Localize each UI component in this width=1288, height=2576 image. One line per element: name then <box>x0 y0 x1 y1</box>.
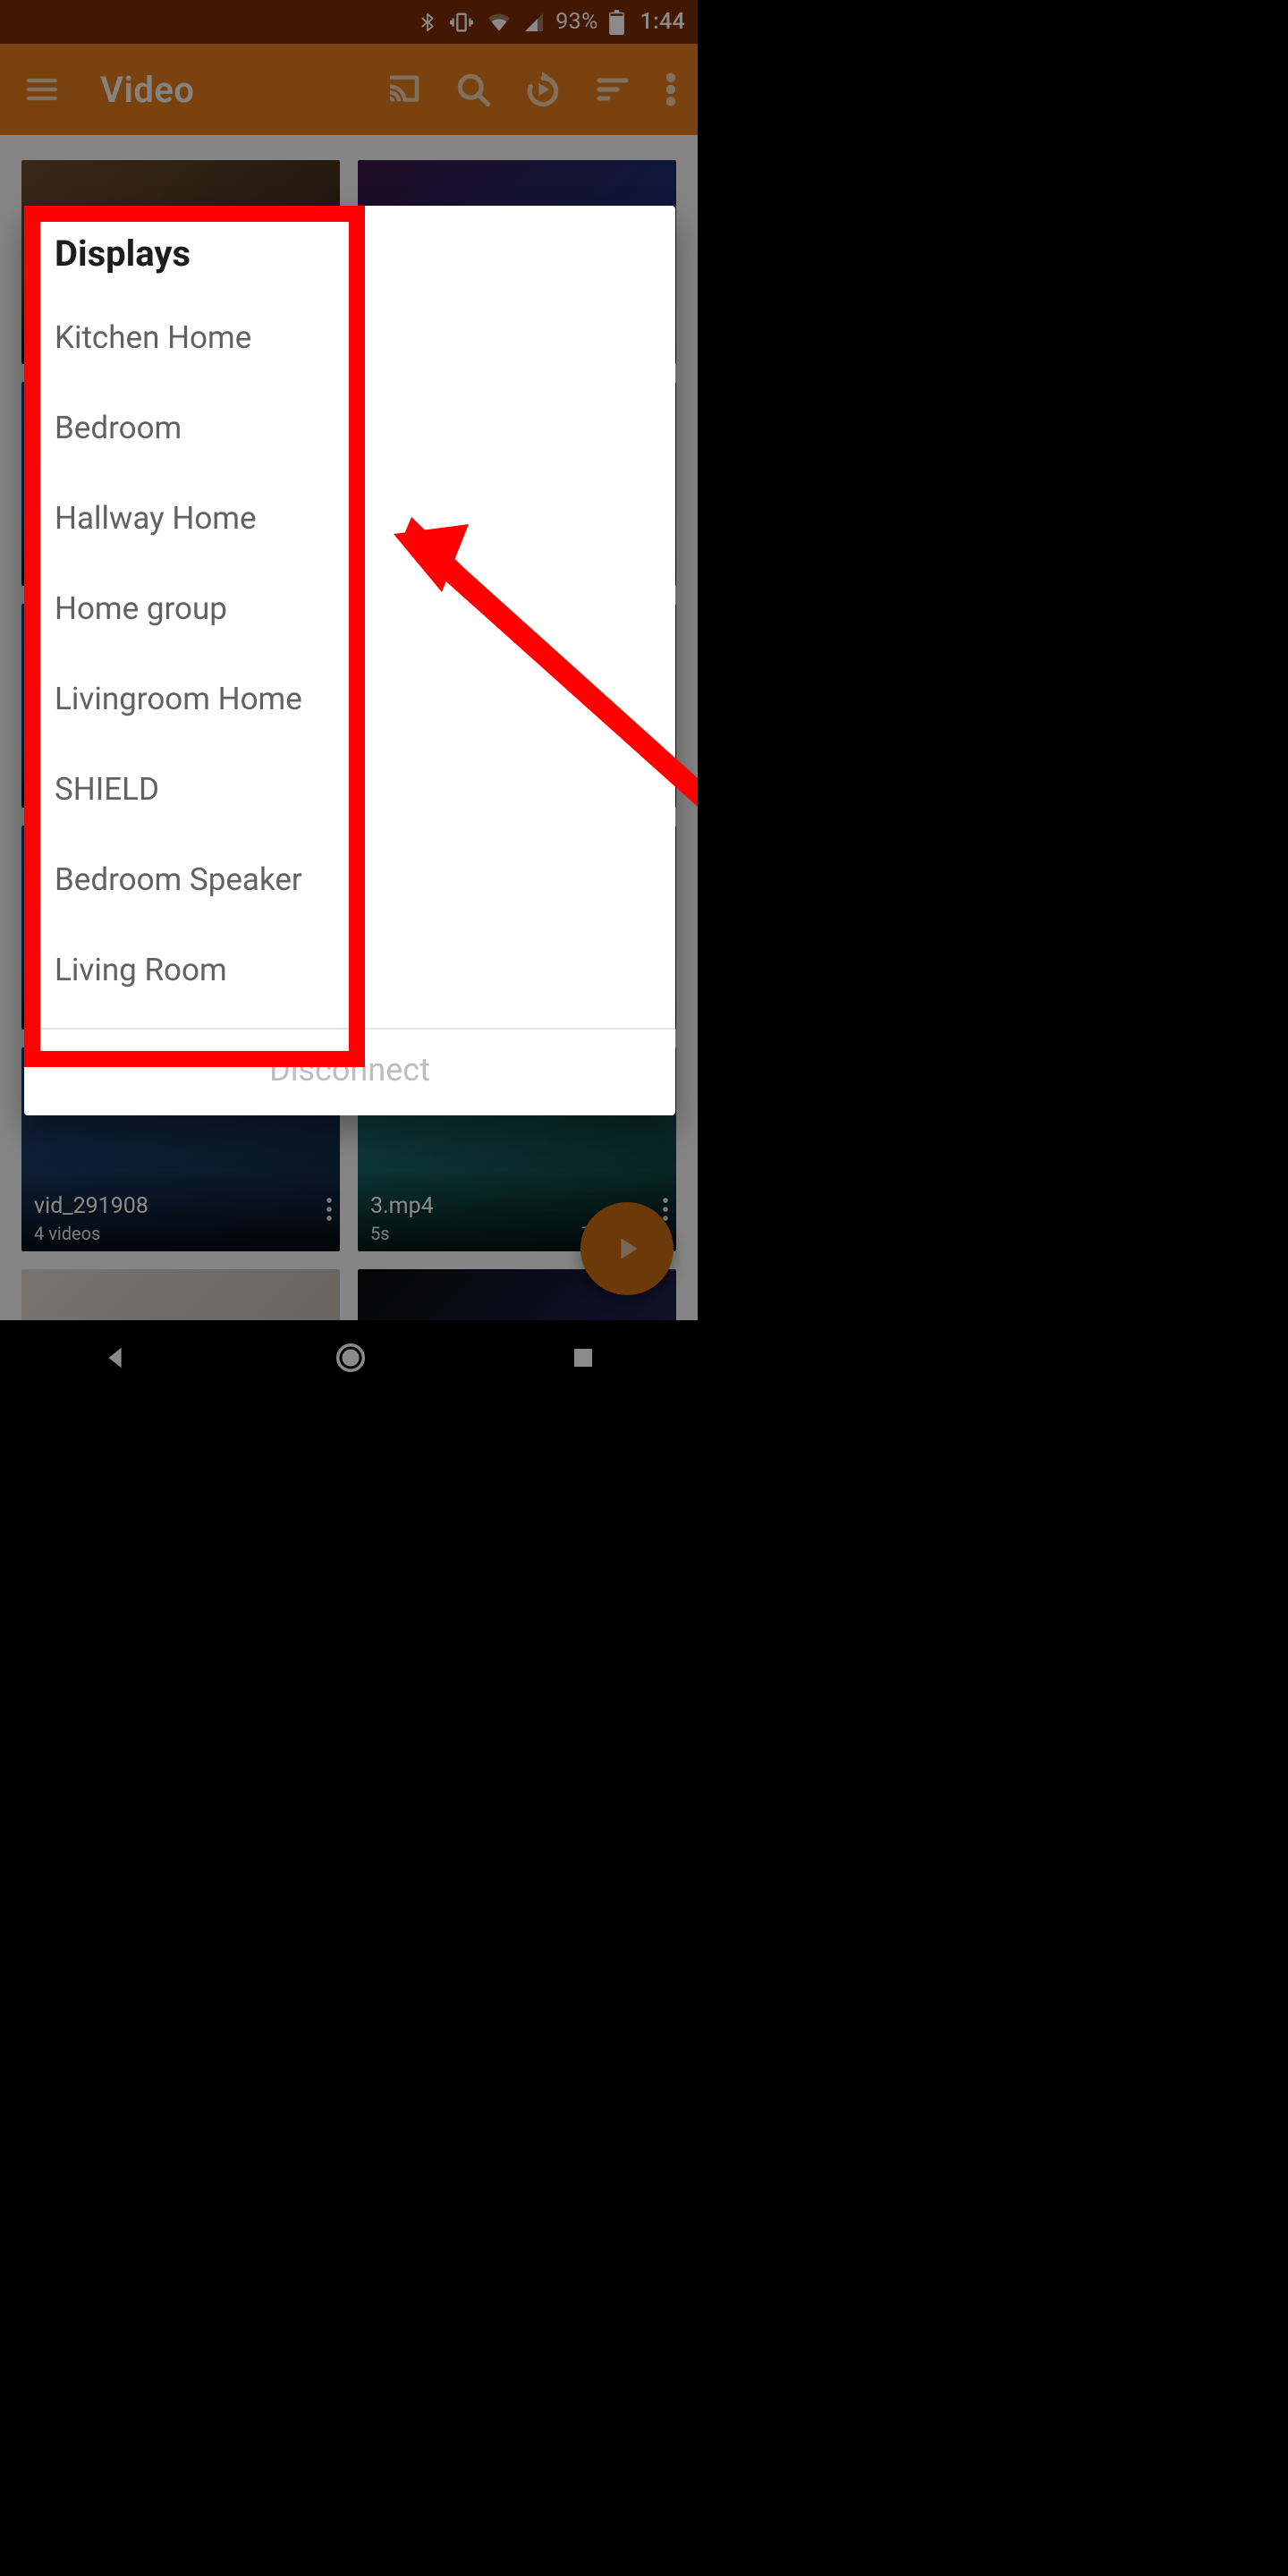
display-option[interactable]: Kitchen Home <box>24 292 675 383</box>
screen: vid_2919084 videos3.mp45s720x13 93% 1:44… <box>0 0 698 1395</box>
displays-list: Kitchen HomeBedroomHallway HomeHome grou… <box>24 284 675 1022</box>
display-option[interactable]: Bedroom <box>24 383 675 473</box>
disconnect-button[interactable]: Disconnect <box>24 1030 675 1112</box>
dialog-title: Displays <box>24 206 675 284</box>
display-option[interactable]: Hallway Home <box>24 473 675 564</box>
display-option[interactable]: SHIELD <box>24 744 675 835</box>
display-option[interactable]: Home group <box>24 564 675 654</box>
display-option[interactable]: Bedroom Speaker <box>24 835 675 925</box>
display-option[interactable]: Livingroom Home <box>24 654 675 744</box>
cast-displays-dialog: Displays Kitchen HomeBedroomHallway Home… <box>24 206 675 1115</box>
display-option[interactable]: Living Room <box>24 925 675 1015</box>
